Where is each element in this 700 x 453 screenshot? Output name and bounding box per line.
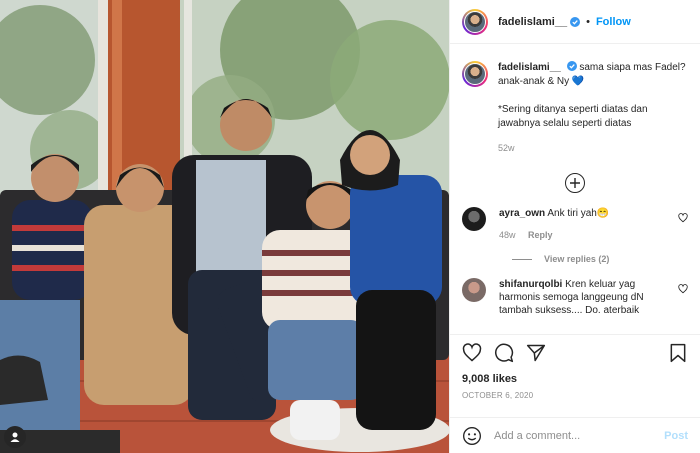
- comment-username[interactable]: shifanurqolbi: [499, 279, 562, 290]
- comment-icon[interactable]: [494, 343, 514, 363]
- plus-circle-icon: [565, 173, 585, 193]
- verified-badge-icon: [570, 16, 581, 27]
- follow-button[interactable]: Follow: [596, 16, 631, 28]
- post-caption: fadelislami__ sama siapa mas Fadel? anak…: [462, 61, 688, 155]
- comment-like-icon[interactable]: [678, 284, 688, 294]
- caption-avatar[interactable]: [462, 61, 488, 87]
- load-more-comments[interactable]: [462, 173, 688, 193]
- comment-like-icon[interactable]: [678, 213, 688, 223]
- reply-button[interactable]: Reply: [528, 230, 553, 240]
- comment-input[interactable]: [494, 429, 665, 442]
- likes-count[interactable]: 9,008 likes: [462, 373, 688, 385]
- comments-list[interactable]: fadelislami__ sama siapa mas Fadel? anak…: [450, 45, 700, 335]
- paper-plane-icon[interactable]: [526, 343, 546, 363]
- post-header: fadelislami__ • Follow: [450, 0, 700, 44]
- comment-item: ayra_own Ank tiri yah😁 48w Reply: [462, 207, 688, 242]
- verified-badge-icon: [566, 61, 577, 71]
- author-avatar[interactable]: [462, 8, 488, 35]
- commenter-avatar[interactable]: [462, 207, 486, 231]
- heart-icon[interactable]: [462, 343, 482, 363]
- author-username[interactable]: fadelislami__: [498, 16, 567, 28]
- caption-note: *Sering ditanya seperti diatas dan jawab…: [498, 104, 648, 129]
- smiley-icon[interactable]: [462, 426, 482, 446]
- commenter-avatar[interactable]: [462, 278, 486, 302]
- comment-username[interactable]: ayra_own: [499, 208, 545, 219]
- bookmark-icon[interactable]: [668, 343, 688, 363]
- separator-dot: •: [586, 15, 590, 28]
- action-bar: [462, 335, 688, 371]
- replies-line: [512, 258, 532, 260]
- post-actions-area: 9,008 likes OCTOBER 6, 2020: [450, 334, 700, 400]
- comment-text: Ank tiri yah😁: [547, 208, 610, 219]
- view-replies-button[interactable]: View replies (2): [512, 254, 688, 264]
- user-tag-icon: [10, 432, 20, 442]
- view-replies-label: View replies (2): [544, 254, 610, 264]
- family-photo: [0, 0, 449, 453]
- post-date[interactable]: OCTOBER 6, 2020: [462, 391, 688, 400]
- post-photo[interactable]: [0, 0, 449, 453]
- caption-username[interactable]: fadelislami__: [498, 62, 561, 73]
- comment-composer: Post: [450, 417, 700, 453]
- post-side-panel: fadelislami__ • Follow fadelislami__ sam…: [449, 0, 700, 453]
- post-comment-button[interactable]: Post: [664, 430, 688, 442]
- comment-time[interactable]: 48w: [499, 230, 516, 240]
- caption-time[interactable]: 52w: [498, 141, 688, 155]
- comment-item: shifanurqolbi Kren keluar yag harmonis s…: [462, 278, 688, 317]
- user-tag-button[interactable]: [4, 426, 26, 448]
